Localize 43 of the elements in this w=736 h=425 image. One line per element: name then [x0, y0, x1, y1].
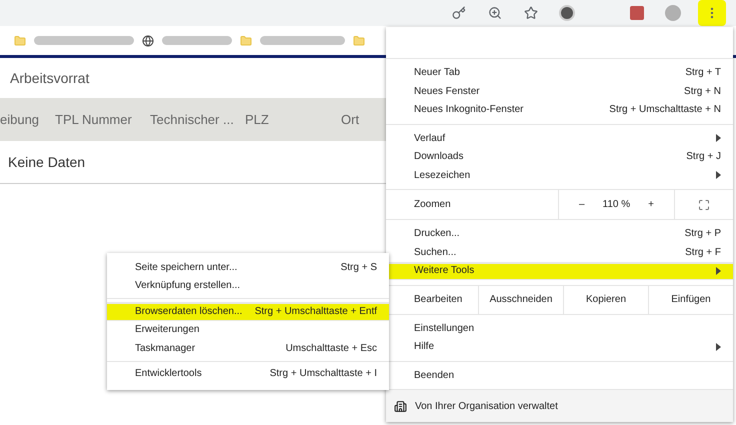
- column-header[interactable]: eibung: [0, 112, 55, 127]
- menu-item[interactable]: Weitere Tools: [386, 262, 733, 280]
- menu-item[interactable]: Taskmanager Umschalttaste + Esc: [107, 339, 389, 358]
- menu-item[interactable]: Entwicklertools Strg + Umschalttaste + I: [107, 364, 389, 383]
- fullscreen-icon[interactable]: [698, 198, 710, 210]
- folder-icon[interactable]: [14, 34, 26, 46]
- menu-item[interactable]: Neues Inkognito-Fenster Strg + Umschalttaste + N: [386, 100, 733, 119]
- menu-item[interactable]: Seite speichern unter... Strg + S: [107, 258, 389, 276]
- building-icon: [394, 400, 407, 412]
- blurred-bookmark[interactable]: [34, 36, 134, 45]
- menu-item[interactable]: Neuer Tab Strg + T: [386, 64, 733, 82]
- column-header[interactable]: TPL Nummer: [55, 112, 150, 127]
- zoom-value: 110 %: [602, 199, 630, 210]
- menu-item[interactable]: Verlauf: [386, 129, 733, 148]
- column-header[interactable]: PLZ: [245, 112, 341, 127]
- folder-icon[interactable]: [240, 34, 252, 46]
- zoom-out-button[interactable]: –: [578, 199, 585, 210]
- column-header[interactable]: Ort: [341, 112, 371, 127]
- zoom-in-button[interactable]: +: [648, 199, 654, 210]
- menu-item[interactable]: Hilfe: [386, 338, 733, 356]
- menu-item[interactable]: Browserdaten löschen... Strg + Umschalttaste + Entf: [107, 302, 389, 320]
- blurred-bookmark[interactable]: [162, 36, 232, 45]
- menu-item[interactable]: Einstellungen: [386, 319, 733, 338]
- menu-item[interactable]: Verknüpfung erstellen...: [107, 276, 389, 295]
- menu-item[interactable]: Lesezeichen: [386, 166, 733, 184]
- managed-notice[interactable]: Von Ihrer Organisation verwaltet: [386, 390, 733, 422]
- menu-item[interactable]: Beenden: [386, 366, 733, 384]
- zoom-label: Zoomen: [413, 198, 452, 212]
- page-title: Arbeitsvorrat: [9, 69, 90, 88]
- edit-button[interactable]: Kopieren: [563, 286, 648, 314]
- globe-icon[interactable]: [142, 34, 154, 46]
- blurred-bookmark[interactable]: [260, 36, 345, 45]
- menu-button[interactable]: [698, 0, 726, 26]
- edit-button[interactable]: Einfügen: [648, 286, 733, 314]
- folder-icon[interactable]: [353, 34, 365, 46]
- menu-item[interactable]: Neues Fenster Strg + N: [386, 82, 733, 100]
- edit-button[interactable]: Ausschneiden: [478, 286, 563, 314]
- edit-label: Bearbeiten: [413, 293, 464, 307]
- menu-item[interactable]: Downloads Strg + J: [386, 148, 733, 166]
- column-header[interactable]: Technischer ...: [150, 112, 245, 127]
- menu-item[interactable]: Drucken... Strg + P: [386, 224, 733, 243]
- menu-item[interactable]: Suchen... Strg + F: [386, 243, 733, 262]
- menu-item[interactable]: Erweiterungen: [107, 320, 389, 339]
